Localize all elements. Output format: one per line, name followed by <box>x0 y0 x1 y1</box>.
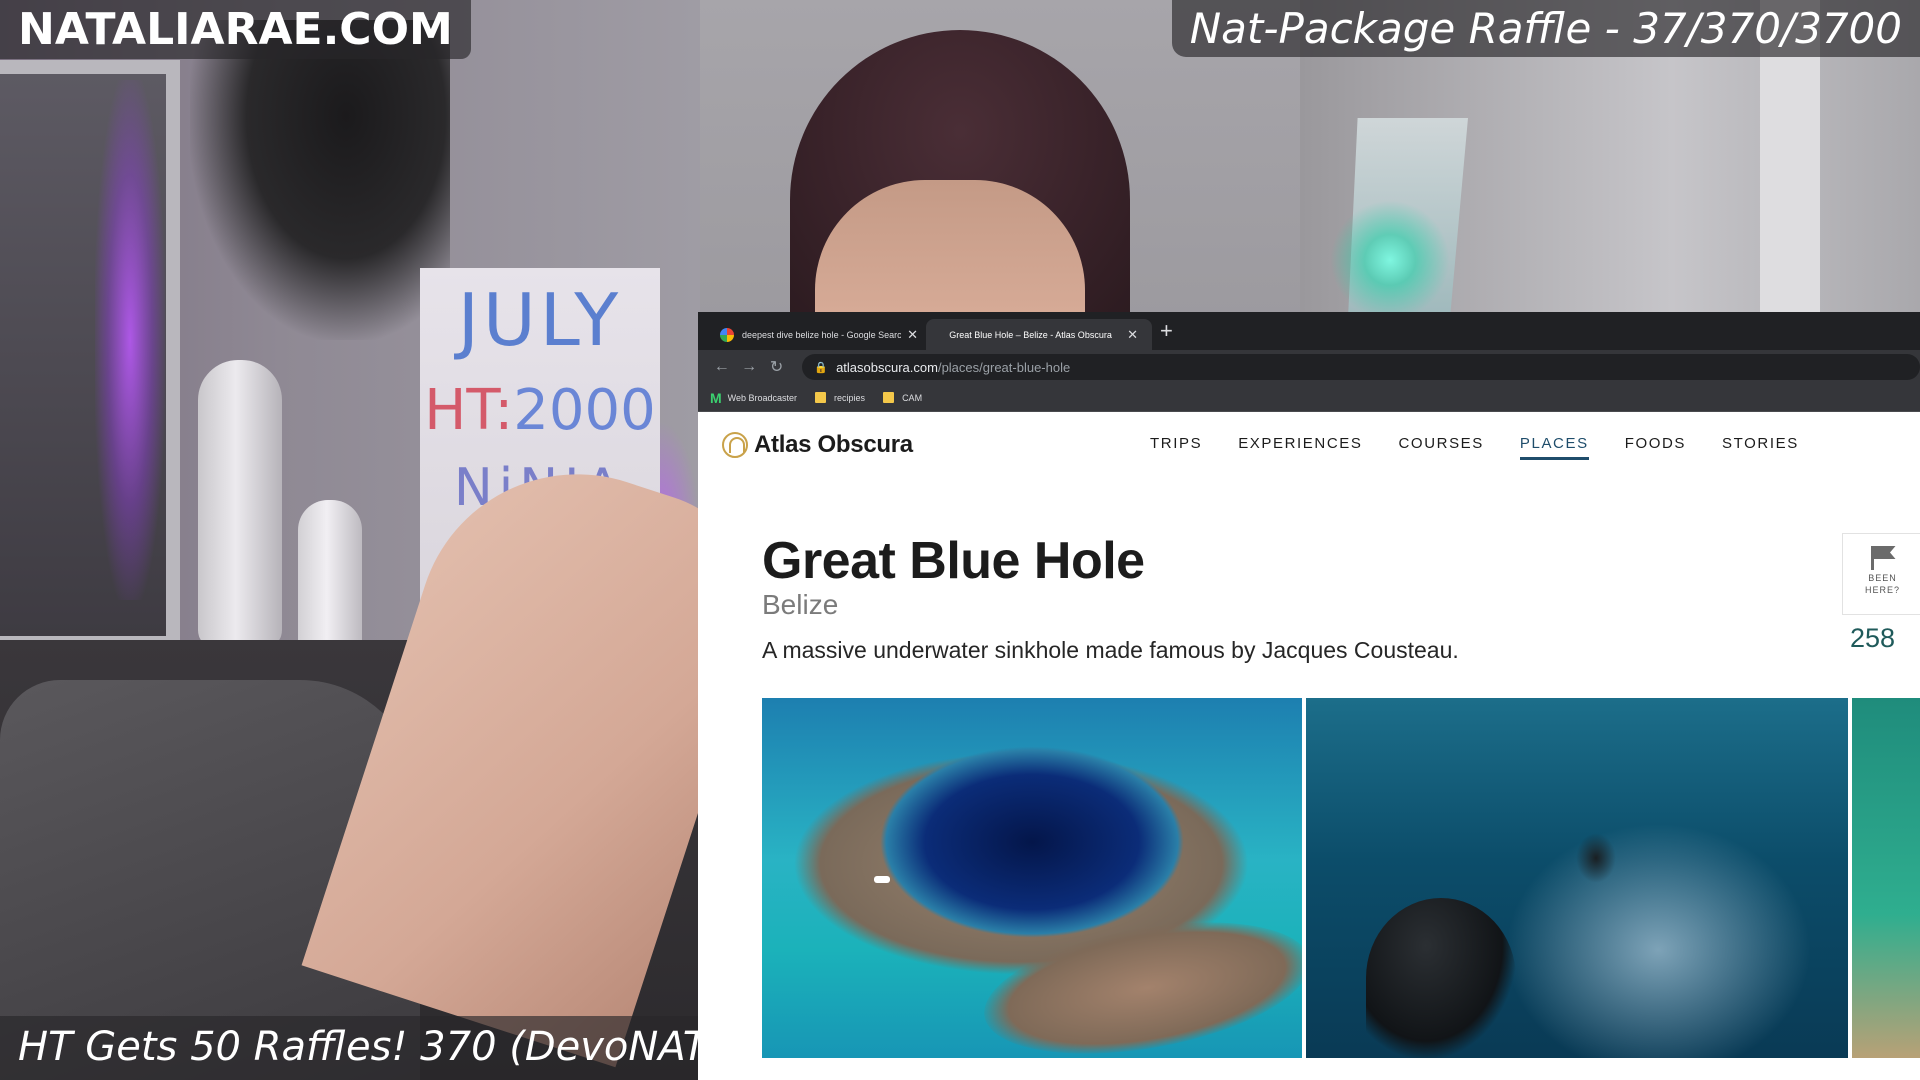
nav-trips[interactable]: TRIPS <box>1150 435 1202 460</box>
nav-places[interactable]: PLACES <box>1519 435 1589 460</box>
lamp-glow <box>1330 200 1450 320</box>
place-description: A massive underwater sinkhole made famou… <box>762 637 1459 663</box>
folder-icon <box>883 392 895 403</box>
nav-experiences[interactable]: EXPERIENCES <box>1238 435 1362 460</box>
diver-distant <box>1576 833 1616 883</box>
raffle-overlay: Nat-Package Raffle - 37/370/3700 <box>1171 0 1920 57</box>
browser-window: deepest dive belize hole - Google Search… <box>698 312 1920 1080</box>
nav-stories[interactable]: STORIES <box>1722 435 1799 460</box>
atlas-obscura-logo[interactable]: Atlas Obscura <box>722 431 913 459</box>
bookmark-web-broadcaster[interactable]: M Web Broadcaster <box>710 390 797 406</box>
page-title: Great Blue Hole <box>762 532 1145 590</box>
bookmark-label: Web Broadcaster <box>727 392 798 403</box>
m-logo-icon: M <box>710 389 722 406</box>
site-overlay: NATALIARAE.COM <box>0 0 471 59</box>
boat <box>874 876 890 883</box>
place-location[interactable]: Belize <box>762 589 838 621</box>
photo-divers[interactable] <box>1306 698 1848 1058</box>
new-tab-icon[interactable]: + <box>1160 318 1173 344</box>
tab-label: deepest dive belize hole - Google Search <box>742 329 902 340</box>
reload-icon[interactable]: ↻ <box>763 357 790 377</box>
diver <box>1366 898 1516 1058</box>
url-path: /places/great-blue-hole <box>937 359 1071 375</box>
folder-icon <box>815 392 827 403</box>
bookmark-label: CAM <box>902 392 923 403</box>
nav-courses[interactable]: COURSES <box>1399 435 1484 460</box>
poster-line-1: JULY <box>457 278 623 362</box>
reef <box>974 900 1302 1058</box>
address-bar[interactable]: 🔒 atlasobscura.com /places/great-blue-ho… <box>802 354 1920 380</box>
purple-light <box>95 80 165 600</box>
bookmark-cam[interactable]: CAM <box>883 392 922 403</box>
tab-atlas-obscura[interactable]: Great Blue Hole – Belize - Atlas Obscura… <box>926 319 1152 350</box>
ticker-overlay: HT Gets 50 Raffles! 370 (DevoNAT_AT_ <box>0 1016 698 1080</box>
been-label-1: BEEN <box>1868 573 1897 583</box>
tab-google-search[interactable]: deepest dive belize hole - Google Search… <box>706 319 932 350</box>
web-page: Atlas Obscura TRIPS EXPERIENCES COURSES … <box>698 413 1920 1080</box>
poster-line-2-value: 2000 <box>513 378 656 443</box>
bookmarks-bar: M Web Broadcaster recipies CAM <box>698 384 1920 412</box>
flag-icon <box>1869 546 1897 570</box>
tab-bar: deepest dive belize hole - Google Search… <box>698 312 1920 350</box>
forward-arrow-icon[interactable]: → <box>735 358 762 376</box>
been-here-button[interactable]: BEEN HERE? <box>1842 533 1920 615</box>
been-here-count: 258 <box>1850 623 1896 653</box>
poster-line-2-prefix: HT: <box>424 378 514 443</box>
main-nav: TRIPS EXPERIENCES COURSES PLACES FOODS S… <box>1150 435 1835 460</box>
bookmark-label: recipies <box>834 392 866 403</box>
tab-label: Great Blue Hole – Belize - Atlas Obscura <box>949 329 1112 340</box>
lock-icon: 🔒 <box>814 361 829 374</box>
feather-plume <box>190 20 450 340</box>
url-host: atlasobscura.com <box>836 359 938 375</box>
browser-toolbar: ← → ↻ 🔒 atlasobscura.com /places/great-b… <box>698 350 1920 384</box>
close-icon[interactable]: ✕ <box>907 327 918 343</box>
logo-text: Atlas Obscura <box>754 431 913 458</box>
photo-aerial-blue-hole[interactable] <box>762 698 1302 1058</box>
been-label-2: HERE? <box>1864 585 1900 595</box>
vase <box>198 360 282 650</box>
google-icon <box>720 327 734 342</box>
poster-line-2: HT:2000 <box>420 378 660 443</box>
nav-foods[interactable]: FOODS <box>1625 435 1686 460</box>
back-arrow-icon[interactable]: ← <box>708 358 735 376</box>
photo-reef-partial[interactable] <box>1852 698 1920 1058</box>
close-icon[interactable]: ✕ <box>1127 327 1138 343</box>
bookmark-recipies[interactable]: recipies <box>815 392 865 403</box>
logo-mark-icon <box>722 432 748 458</box>
